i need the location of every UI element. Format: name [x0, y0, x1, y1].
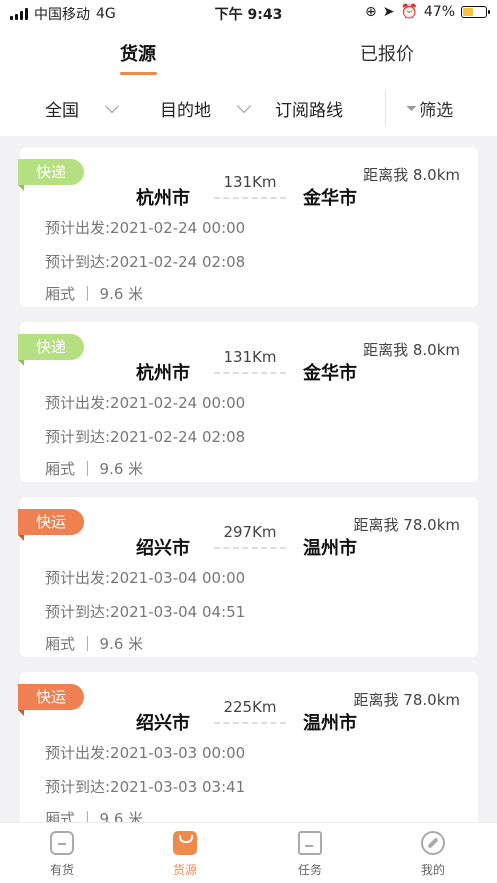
tab-quoted[interactable]: 已报价: [360, 40, 414, 66]
destination-label: 目的地: [160, 101, 211, 121]
subscription-label: 订阅路线: [275, 101, 343, 121]
cargo-list[interactable]: 快递 距离我 8.0km 杭州市 131Km 金华市 预计出发:2021-02-…: [0, 137, 497, 822]
arrival-time: 预计到达:2021-03-04 04:51: [45, 603, 246, 621]
origin-city: 杭州市: [136, 188, 190, 209]
tabbar-label: 有货: [49, 863, 74, 877]
region-label: 全国: [45, 101, 79, 121]
battery-percent: 47%: [423, 4, 455, 20]
cargo-card[interactable]: 快运 距离我 78.0km 绍兴市 297Km 温州市 预计出发:2021-03…: [18, 497, 478, 657]
vehicle-info: 厢式 ｜ 9.6 米: [45, 810, 144, 822]
cargo-card[interactable]: 快递 距离我 8.0km 杭州市 131Km 金华市 预计出发:2021-02-…: [18, 322, 478, 482]
alarm-icon: ⏰: [400, 4, 418, 20]
vehicle-info: 厢式 ｜ 9.6 米: [45, 285, 144, 303]
bag-icon: [173, 831, 197, 855]
route-distance: 131Km: [223, 348, 277, 366]
route-arrow-line: [214, 197, 286, 199]
route-arrow-line: [214, 547, 286, 549]
tab-cargo-source[interactable]: 货源: [120, 40, 156, 66]
divider: [385, 90, 386, 126]
departure-time: 预计出发:2021-03-04 00:00: [45, 569, 246, 587]
status-bar: 中国移动 4G 下午 9:43 ⊕ ➤ ⏰ 47%: [0, 0, 497, 26]
route: 杭州市 131Km 金华市: [20, 173, 478, 212]
compass-icon: [421, 831, 445, 855]
filter-icon: ⏷: [406, 100, 418, 117]
tabbar-item-mine[interactable]: 我的: [393, 831, 473, 878]
chevron-down-icon: [236, 98, 252, 113]
tabbar-item-cargo-source[interactable]: 货源: [145, 831, 225, 878]
arrival-time: 预计到达:2021-02-24 02:08: [45, 428, 246, 446]
cargo-card[interactable]: 快运 距离我 78.0km 绍兴市 225Km 温州市 预计出发:2021-03…: [18, 672, 478, 822]
document-icon: [298, 831, 322, 855]
route-distance: 131Km: [223, 173, 277, 191]
departure-time: 预计出发:2021-02-24 00:00: [45, 394, 246, 412]
arrival-time: 预计到达:2021-02-24 02:08: [45, 253, 246, 271]
home-icon: [50, 831, 74, 855]
location-icon: ➤: [382, 4, 395, 20]
origin-city: 绍兴市: [136, 538, 190, 559]
top-tabs: 货源 已报价: [0, 26, 497, 84]
vehicle-info: 厢式 ｜ 9.6 米: [45, 635, 144, 653]
route: 绍兴市 225Km 温州市: [20, 698, 478, 737]
tabbar-label: 货源: [172, 863, 197, 877]
destination-city: 金华市: [303, 363, 357, 384]
bottom-tab-bar: 有货 货源 任务 我的: [0, 822, 497, 883]
arrival-time: 预计到达:2021-03-03 03:41: [45, 778, 246, 796]
route-distance: 297Km: [223, 523, 277, 541]
destination-city: 金华市: [303, 188, 357, 209]
chevron-down-icon: [104, 98, 120, 113]
filter-button[interactable]: ⏷ 筛选: [406, 96, 454, 122]
departure-time: 预计出发:2021-02-24 00:00: [45, 219, 246, 237]
subscription-routes-button[interactable]: 订阅路线: [275, 96, 343, 121]
departure-time: 预计出发:2021-03-03 00:00: [45, 744, 246, 762]
battery-icon: [461, 6, 490, 18]
region-dropdown[interactable]: 全国: [45, 96, 120, 121]
destination-city: 温州市: [303, 538, 357, 559]
route: 杭州市 131Km 金华市: [20, 348, 478, 387]
route: 绍兴市 297Km 温州市: [20, 523, 478, 562]
filter-bar: 全国 目的地 订阅路线 ⏷ 筛选: [0, 84, 497, 136]
orientation-lock-icon: ⊕: [364, 4, 377, 20]
destination-dropdown[interactable]: 目的地: [160, 96, 252, 121]
route-distance: 225Km: [223, 698, 277, 716]
route-arrow-line: [214, 372, 286, 374]
tabbar-item-tasks[interactable]: 任务: [270, 831, 350, 878]
vehicle-info: 厢式 ｜ 9.6 米: [45, 460, 144, 478]
filter-label: 筛选: [419, 101, 454, 121]
active-tab-indicator: [120, 72, 157, 75]
route-arrow-line: [214, 722, 286, 724]
destination-city: 温州市: [303, 713, 357, 734]
tabbar-label: 任务: [297, 863, 322, 877]
tabbar-item-have-cargo[interactable]: 有货: [22, 831, 102, 878]
origin-city: 杭州市: [136, 363, 190, 384]
origin-city: 绍兴市: [136, 713, 190, 734]
cargo-card[interactable]: 快递 距离我 8.0km 杭州市 131Km 金华市 预计出发:2021-02-…: [18, 147, 478, 307]
tabbar-label: 我的: [420, 863, 445, 877]
